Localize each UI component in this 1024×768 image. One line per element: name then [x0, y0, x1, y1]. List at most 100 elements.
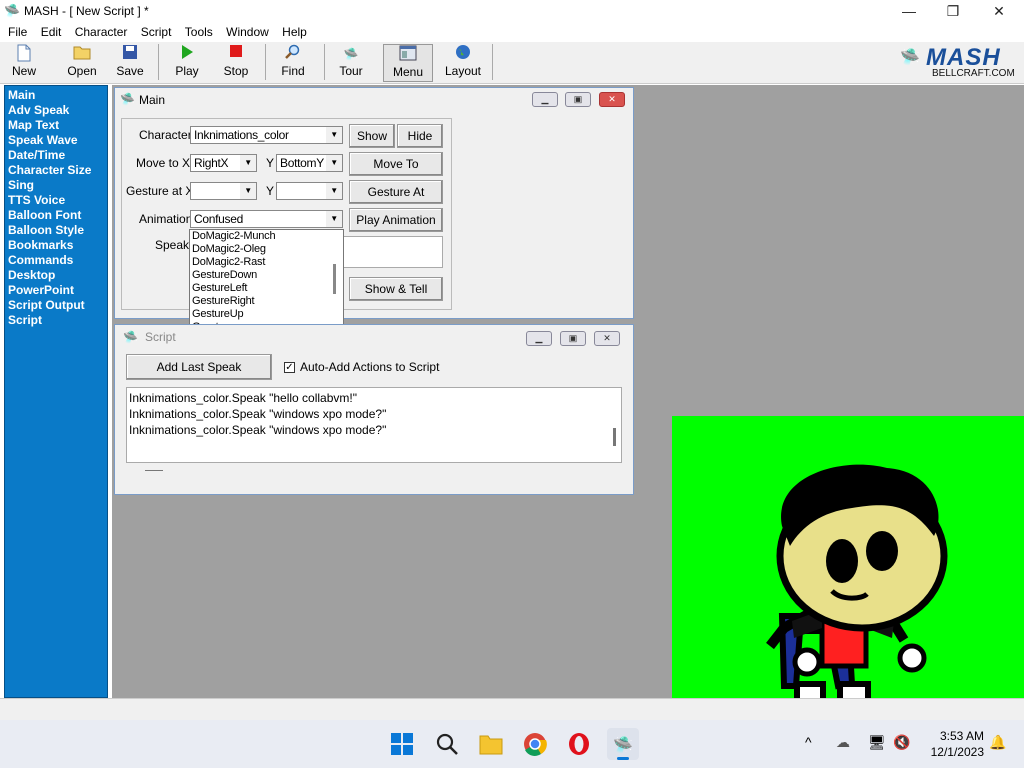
network-icon[interactable]: 🖥 — [868, 734, 886, 751]
play-button[interactable]: Play — [170, 44, 204, 82]
main-minimize-button[interactable]: ▁ — [532, 92, 558, 107]
dropdown-option[interactable]: GestureLeft — [190, 282, 343, 295]
move-x-select[interactable]: RightX ▼ — [190, 154, 257, 172]
stop-button[interactable]: Stop — [218, 44, 254, 82]
open-button[interactable]: Open — [62, 44, 102, 82]
new-button[interactable]: New — [6, 44, 42, 82]
tour-button[interactable]: 🛸 Tour — [334, 44, 368, 82]
saucer-icon: 🛸 — [120, 92, 135, 106]
play-animation-button[interactable]: Play Animation — [349, 208, 443, 232]
nav-item-map-text[interactable]: Map Text — [8, 118, 107, 133]
script-scrollbar-thumb[interactable] — [613, 428, 616, 446]
character-value: Inknimations_color — [194, 128, 289, 142]
nav-item-powerpoint[interactable]: PowerPoint — [8, 283, 107, 298]
chevron-down-icon: ▼ — [326, 183, 342, 199]
nav-item-commands[interactable]: Commands — [8, 253, 107, 268]
chrome-icon — [524, 733, 547, 756]
nav-item-character-size[interactable]: Character Size — [8, 163, 107, 178]
folder-icon — [62, 44, 102, 64]
gesture-at-button[interactable]: Gesture At — [349, 180, 443, 204]
show-and-tell-button[interactable]: Show & Tell — [349, 277, 443, 301]
script-close-button[interactable]: ✕ — [594, 331, 620, 346]
dropdown-option[interactable]: DoMagic2-Munch — [190, 230, 343, 243]
script-editor[interactable]: Inknimations_color.Speak "hello collabvm… — [126, 387, 622, 471]
move-to-button[interactable]: Move To — [349, 152, 443, 176]
volume-muted-icon[interactable]: 🔇 — [893, 734, 910, 751]
menu-help[interactable]: Help — [278, 22, 311, 39]
speak-input[interactable] — [343, 236, 443, 268]
main-close-button[interactable]: ✕ — [599, 92, 625, 107]
dropdown-scrollbar-thumb[interactable] — [333, 264, 336, 294]
move-y-label: Y — [266, 156, 275, 170]
menu-button[interactable]: Menu — [383, 44, 433, 82]
nav-item-date-time[interactable]: Date/Time — [8, 148, 107, 163]
menu-window[interactable]: Window — [222, 22, 273, 39]
auto-add-checkbox[interactable]: ✓ — [284, 362, 295, 373]
script-minimize-button[interactable]: ▁ — [526, 331, 552, 346]
find-button[interactable]: Find — [276, 44, 310, 82]
saucer-icon: 🛸 — [123, 330, 138, 344]
nav-item-tts-voice[interactable]: TTS Voice — [8, 193, 107, 208]
nav-item-speak-wave[interactable]: Speak Wave — [8, 133, 107, 148]
minimize-button[interactable]: — — [886, 0, 932, 22]
notification-bell-icon[interactable]: 🔔 — [989, 734, 1006, 751]
nav-item-bookmarks[interactable]: Bookmarks — [8, 238, 107, 253]
nav-item-script-output[interactable]: Script Output — [8, 298, 107, 313]
layout-button[interactable]: Layout — [442, 44, 484, 82]
gesture-y-select[interactable]: ▼ — [276, 182, 343, 200]
character-select[interactable]: Inknimations_color ▼ — [190, 126, 343, 144]
move-y-value: BottomY — [280, 156, 324, 170]
nav-item-sing[interactable]: Sing — [8, 178, 107, 193]
menu-file[interactable]: File — [4, 22, 31, 39]
dropdown-option[interactable]: DoMagic2-Rast — [190, 256, 343, 269]
dropdown-option[interactable]: DoMagic2-Oleg — [190, 243, 343, 256]
app-icon: 🛸 — [4, 3, 21, 18]
save-button[interactable]: Save — [112, 44, 148, 82]
script-hscrollbar-thumb[interactable] — [145, 470, 163, 471]
main-window-titlebar: 🛸 Main ▁ ▣ ✕ — [115, 88, 633, 112]
opera-button[interactable] — [563, 728, 595, 760]
menu-character[interactable]: Character — [71, 22, 132, 39]
close-button[interactable]: ✕ — [976, 0, 1022, 22]
script-maximize-button[interactable]: ▣ — [560, 331, 586, 346]
nav-item-balloon-style[interactable]: Balloon Style — [8, 223, 107, 238]
dropdown-option[interactable]: GestureUp — [190, 308, 343, 321]
add-last-speak-button[interactable]: Add Last Speak — [126, 354, 272, 380]
nav-item-desktop[interactable]: Desktop — [8, 268, 107, 283]
hide-button[interactable]: Hide — [397, 124, 443, 148]
menu-edit[interactable]: Edit — [37, 22, 66, 39]
main-window-title: Main — [139, 93, 166, 107]
move-y-select[interactable]: BottomY ▼ — [276, 154, 343, 172]
gesture-x-select[interactable]: ▼ — [190, 182, 257, 200]
move-x-value: RightX — [194, 156, 229, 170]
start-button[interactable] — [386, 728, 418, 760]
chevron-up-icon[interactable]: ^ — [805, 734, 812, 750]
agent-character[interactable] — [672, 416, 1024, 720]
mash-taskbar-button[interactable]: 🛸 — [607, 728, 639, 760]
taskbar: 🛸 ^ ☁ 🖥 🔇 3:53 AM 12/1/2023 🔔 — [0, 720, 1024, 768]
nav-item-script[interactable]: Script — [8, 313, 107, 328]
nav-item-balloon-font[interactable]: Balloon Font — [8, 208, 107, 223]
maximize-button[interactable]: ❐ — [930, 0, 976, 22]
chrome-button[interactable] — [519, 728, 551, 760]
main-maximize-button[interactable]: ▣ — [565, 92, 591, 107]
play-icon — [170, 44, 204, 64]
windows-logo-icon — [391, 733, 413, 755]
cloud-offline-icon[interactable]: ☁ — [836, 734, 850, 751]
file-explorer-button[interactable] — [475, 728, 507, 760]
title-bar: 🛸 MASH - [ New Script ] * — ❐ ✕ — [0, 0, 1024, 22]
folder-icon — [479, 735, 503, 755]
status-bar — [0, 698, 1024, 720]
search-icon — [436, 733, 458, 755]
nav-item-adv-speak[interactable]: Adv Speak — [8, 103, 107, 118]
dropdown-option[interactable]: GestureRight — [190, 295, 343, 308]
animation-select[interactable]: Confused ▼ — [190, 210, 343, 228]
menu-script[interactable]: Script — [137, 22, 176, 39]
nav-item-main[interactable]: Main — [8, 88, 107, 103]
search-button[interactable] — [431, 728, 463, 760]
menu-tools[interactable]: Tools — [181, 22, 217, 39]
clock[interactable]: 3:53 AM 12/1/2023 — [920, 729, 984, 759]
dropdown-option[interactable]: GestureDown — [190, 269, 343, 282]
stop-label: Stop — [223, 64, 249, 78]
show-button[interactable]: Show — [349, 124, 395, 148]
